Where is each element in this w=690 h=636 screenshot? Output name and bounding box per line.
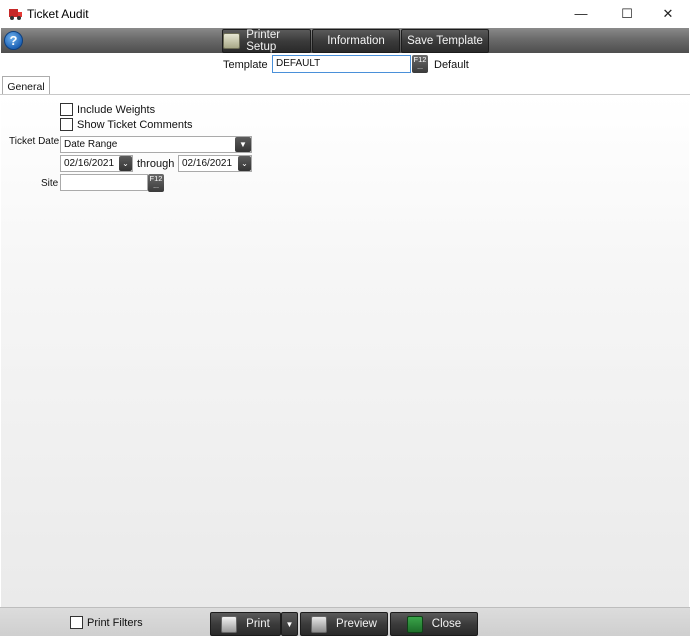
ticket-date-mode-select[interactable]: Date Range ▼: [60, 136, 252, 153]
site-lookup-button[interactable]: F12 ...: [148, 174, 164, 192]
ticket-date-to-value: 02/16/2021: [182, 158, 233, 169]
toolbar: ? Printer Setup Information Save Templat…: [1, 28, 689, 53]
ticket-date-from-value: 02/16/2021: [64, 158, 115, 169]
site-label: Site: [41, 178, 59, 189]
app-truck-icon: [9, 9, 22, 20]
show-ticket-comments-option[interactable]: Show Ticket Comments: [60, 118, 193, 131]
show-ticket-comments-label: Show Ticket Comments: [77, 118, 193, 131]
through-label: through: [137, 158, 175, 170]
print-filters-label: Print Filters: [87, 616, 143, 629]
tab-general[interactable]: General: [2, 76, 50, 96]
print-filters-checkbox[interactable]: [70, 616, 83, 629]
ticket-date-label: Ticket Date: [9, 136, 60, 147]
printer-setup-button[interactable]: Printer Setup: [222, 29, 311, 53]
print-button[interactable]: Print: [210, 612, 281, 636]
save-template-label: Save Template: [407, 35, 483, 47]
calendar-dropdown-icon[interactable]: ⌄: [238, 156, 251, 171]
site-input[interactable]: [60, 174, 148, 191]
print-filters-option[interactable]: Print Filters: [70, 616, 143, 629]
close-label: Close: [431, 618, 462, 630]
template-lookup-button[interactable]: F12 ...: [412, 55, 428, 73]
template-lookup-key: F12: [413, 55, 427, 64]
ticket-date-mode-value: Date Range: [64, 139, 118, 150]
site-lookup-dots: ...: [153, 183, 159, 190]
calendar-dropdown-icon[interactable]: ⌄: [119, 156, 132, 171]
include-weights-option[interactable]: Include Weights: [60, 103, 155, 116]
printer-setup-icon: [223, 33, 241, 49]
preview-label: Preview: [336, 618, 377, 630]
exit-door-icon: [406, 615, 423, 633]
close-button[interactable]: Close: [390, 612, 478, 636]
template-label: Template: [223, 59, 268, 71]
save-template-button[interactable]: Save Template: [401, 29, 489, 53]
show-ticket-comments-checkbox[interactable]: [60, 118, 73, 131]
include-weights-label: Include Weights: [77, 103, 156, 116]
template-lookup-dots: ...: [417, 64, 423, 71]
preview-magnifier-icon: [311, 615, 328, 633]
ticket-date-to-field[interactable]: 02/16/2021 ⌄: [178, 155, 252, 172]
window-title: Ticket Audit: [27, 7, 89, 21]
include-weights-checkbox[interactable]: [60, 103, 73, 116]
template-description: Default: [434, 59, 469, 71]
information-label: Information: [327, 35, 385, 47]
ticket-date-from-field[interactable]: 02/16/2021 ⌄: [60, 155, 133, 172]
printer-icon: [221, 615, 238, 633]
preview-button[interactable]: Preview: [300, 612, 388, 636]
title-bar: Ticket Audit — ☐ ✕: [0, 0, 690, 27]
printer-setup-label: Printer Setup: [246, 29, 281, 53]
maximize-button[interactable]: ☐: [604, 0, 650, 27]
footer-bar: Print Filters Print ▼ Preview Close: [0, 607, 690, 636]
template-input[interactable]: DEFAULT: [272, 55, 411, 73]
site-lookup-key: F12: [149, 174, 163, 183]
print-options-dropdown[interactable]: ▼: [281, 612, 298, 636]
chevron-down-icon[interactable]: ▼: [235, 137, 251, 152]
information-button[interactable]: Information: [312, 29, 400, 53]
help-icon[interactable]: ?: [4, 31, 23, 50]
print-label: Print: [246, 618, 270, 630]
minimize-button[interactable]: —: [558, 0, 604, 27]
close-window-button[interactable]: ✕: [645, 0, 690, 27]
